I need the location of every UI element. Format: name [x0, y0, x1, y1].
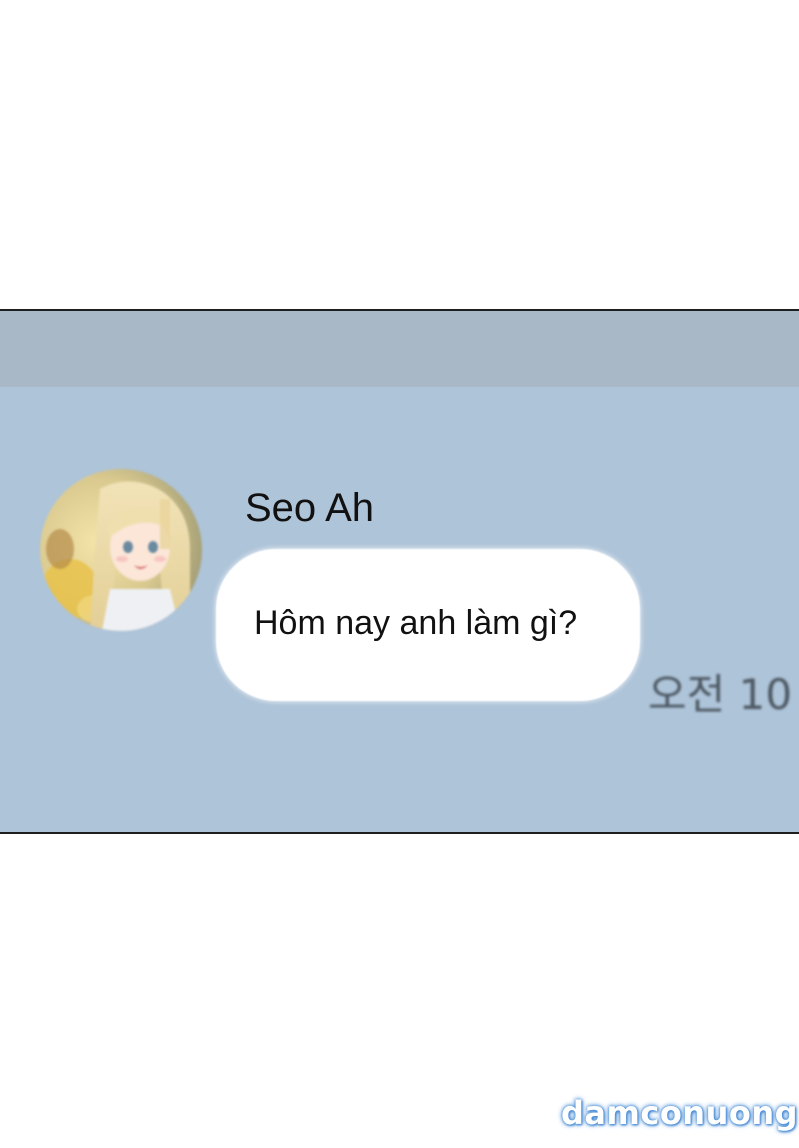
page: Seo Ah Hôm nay anh làm gì? 오전 10 damconu…: [0, 0, 799, 1148]
chat-panel: Seo Ah Hôm nay anh làm gì? 오전 10: [0, 309, 799, 834]
avatar[interactable]: [40, 469, 202, 631]
message-timestamp: 오전 10: [648, 670, 793, 719]
watermark: damconuong: [561, 1094, 799, 1132]
sender-name: Seo Ah: [245, 486, 375, 530]
avatar-image-icon: [40, 469, 202, 631]
message-text: Hôm nay anh làm gì?: [254, 604, 578, 642]
chat-header-strip: [0, 311, 799, 387]
